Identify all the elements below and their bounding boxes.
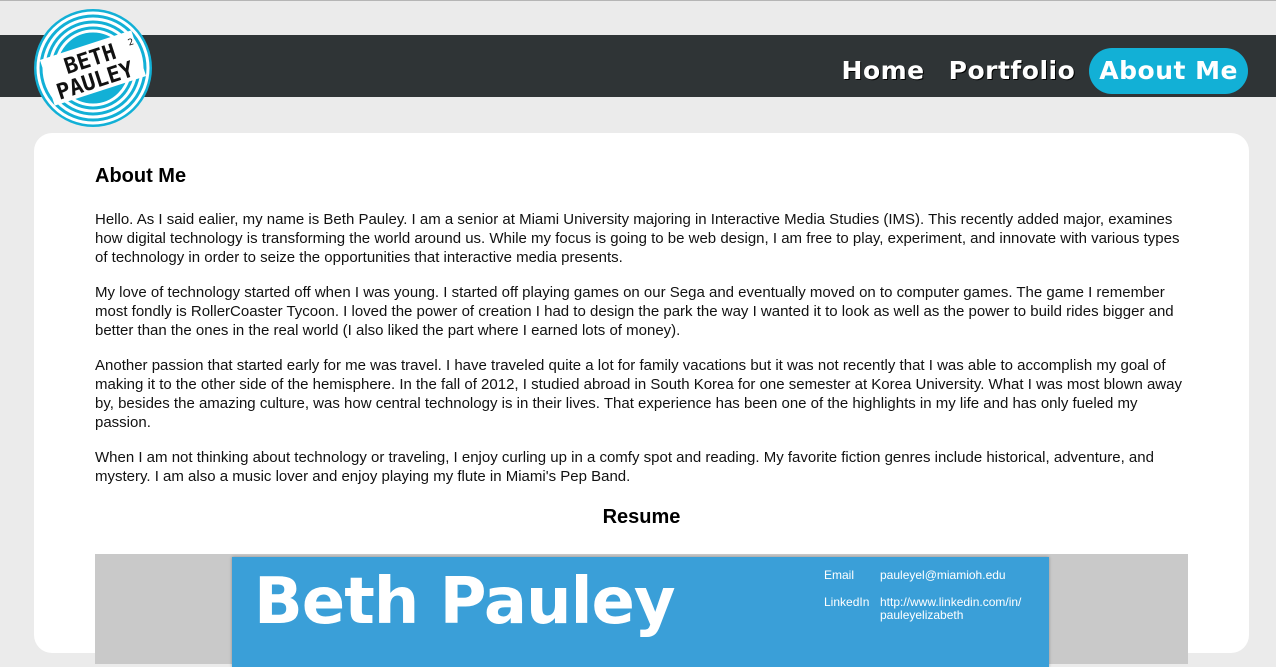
technology-paragraph: My love of technology started off when I… (95, 284, 1174, 339)
intro-paragraph: Hello. As I said ealier, my name is Beth… (95, 211, 1180, 266)
resume-name: Beth Pauley (254, 565, 676, 639)
hobbies-paragraph: When I am not thinking about technology … (95, 449, 1154, 485)
resume-linkedin-label: LinkedIn (824, 595, 870, 609)
travel-paragraph: Another passion that started early for m… (95, 357, 1182, 431)
main-nav: Home Portfolio About Me (832, 48, 1248, 94)
resume-image[interactable]: Beth Pauley Email pauleyel@miamioh.edu L… (232, 557, 1049, 667)
nav-portfolio-link[interactable]: Portfolio (939, 48, 1086, 94)
site-logo[interactable]: BETH PAULEY 2 (33, 8, 153, 128)
about-section: About Me Hello. As I said ealier, my nam… (95, 165, 1188, 529)
page-title: About Me (95, 165, 187, 187)
content-card: About Me Hello. As I said ealier, my nam… (34, 133, 1249, 667)
resume-email-label: Email (824, 568, 855, 582)
resume-email-value: pauleyel@miamioh.edu (880, 568, 1006, 582)
resume-linkedin-line2: pauleyelizabeth (880, 608, 964, 622)
top-border (0, 0, 1276, 1)
logo-badge-icon: BETH PAULEY 2 (34, 9, 152, 127)
nav-home-link[interactable]: Home (832, 48, 935, 94)
nav-about-link[interactable]: About Me (1089, 48, 1248, 94)
resume-preview-frame: Beth Pauley Email pauleyel@miamioh.edu L… (95, 554, 1188, 667)
resume-heading: Resume (602, 506, 681, 528)
